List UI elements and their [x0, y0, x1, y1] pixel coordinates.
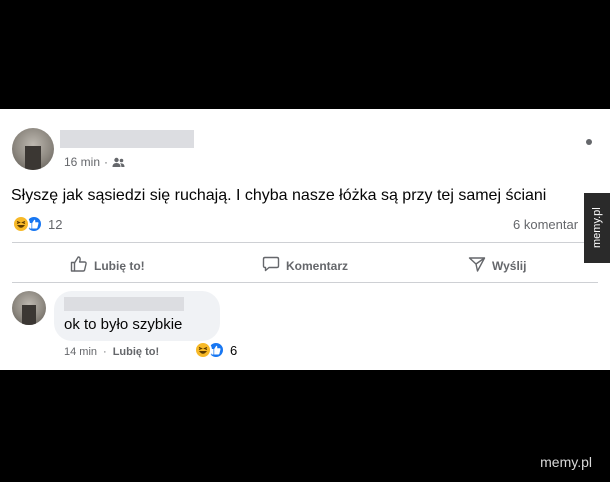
comment-bubble: ok to było szybkie [54, 291, 220, 341]
comment-reactions[interactable]: 6 [194, 341, 237, 359]
meta-separator: · [103, 346, 107, 358]
author-name-redacted[interactable] [60, 130, 194, 148]
post-meta: 16 min · [64, 155, 125, 169]
post-reactions[interactable]: 12 [12, 215, 62, 233]
send-button-label: Wyślij [492, 258, 527, 273]
friends-icon [112, 157, 125, 168]
haha-icon [194, 341, 212, 359]
comment-like-link[interactable]: Lubię to! [113, 346, 159, 358]
reaction-count: 12 [48, 216, 63, 232]
divider [12, 242, 598, 243]
send-icon [468, 255, 486, 276]
comments-count[interactable]: 6 komentar [513, 217, 578, 232]
speech-bubble-icon [262, 255, 280, 276]
commenter-name-redacted[interactable] [64, 297, 184, 311]
comment-text: ok to było szybkie [64, 316, 183, 333]
commenter-avatar[interactable] [12, 291, 46, 325]
facebook-post-card: 16 min · Słyszę jak sąsiedzi się ruchają… [0, 109, 610, 370]
author-avatar[interactable] [12, 128, 54, 170]
comment-button-label: Komentarz [286, 258, 349, 273]
side-watermark: memy.pl [584, 193, 610, 263]
like-button-label: Lubię to! [94, 258, 145, 273]
comment-time[interactable]: 14 min [64, 346, 97, 358]
meta-separator: · [104, 155, 109, 169]
comment-button[interactable]: Komentarz [262, 255, 348, 276]
haha-icon [12, 215, 30, 233]
like-button[interactable]: Lubię to! [70, 255, 145, 276]
send-button[interactable]: Wyślij [468, 255, 526, 276]
bottom-watermark: memy.pl [540, 454, 592, 470]
post-text: Słyszę jak sąsiedzi się ruchają. I chyba… [11, 187, 547, 204]
more-options-icon[interactable] [586, 139, 592, 145]
thumbs-up-icon [70, 255, 88, 276]
post-time[interactable]: 16 min [64, 155, 100, 169]
reaction-count: 6 [230, 342, 238, 358]
comment-meta: 14 min · Lubię to! [64, 346, 159, 358]
divider [12, 282, 598, 283]
